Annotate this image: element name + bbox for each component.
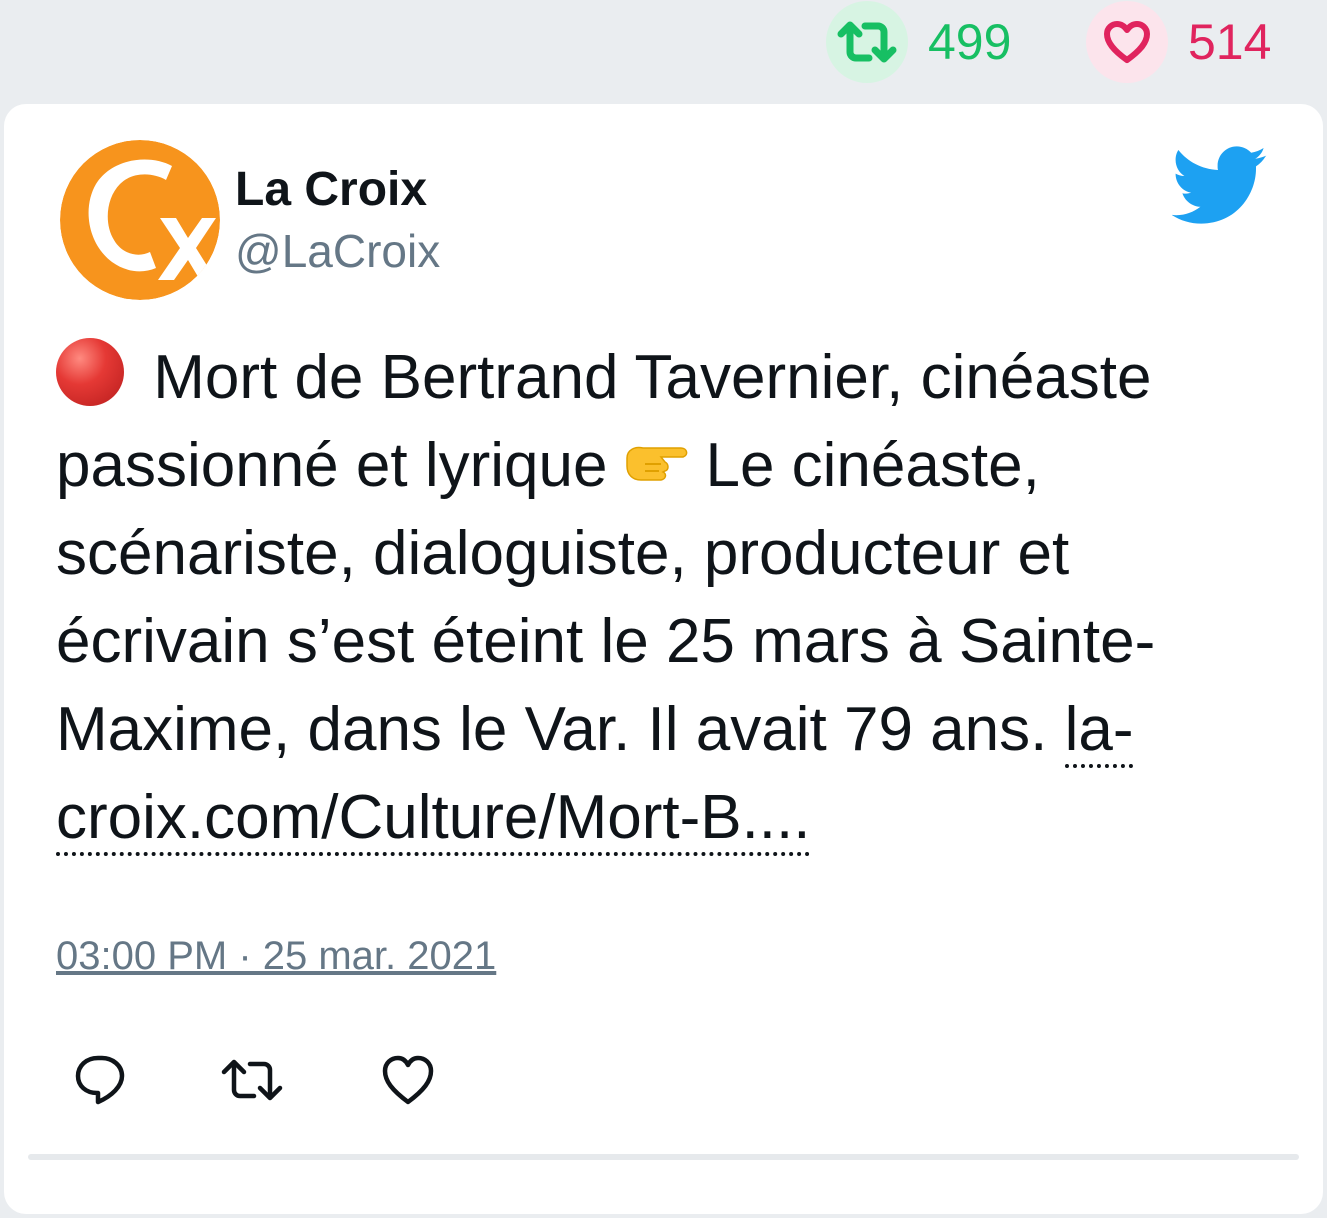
engagement-bar: 499 514 (0, 0, 1327, 100)
like-stat[interactable]: 514 (1086, 0, 1271, 84)
like-count: 514 (1188, 14, 1272, 70)
pointing-hand-icon (626, 446, 688, 481)
retweet-icon[interactable] (220, 1052, 283, 1108)
retweet-icon[interactable] (826, 1, 908, 83)
heart-icon[interactable] (1086, 1, 1168, 83)
retweet-count: 499 (928, 14, 1012, 70)
retweet-stat[interactable]: 499 (826, 0, 1011, 84)
divider (28, 1154, 1299, 1160)
tweet-card: La Croix @LaCroix Mort de Bertrand Taver… (4, 104, 1323, 1214)
red-circle-icon (56, 338, 124, 406)
reply-icon[interactable] (72, 1052, 128, 1108)
author-handle[interactable]: @LaCroix (235, 228, 440, 274)
tweet-text: Mort de Bertrand Tavernier, cinéaste pas… (56, 334, 1276, 862)
heart-icon[interactable] (380, 1052, 436, 1108)
tweet-timestamp[interactable]: 03:00 PM · 25 mar. 2021 (56, 936, 496, 976)
la-croix-logo[interactable] (60, 140, 220, 300)
author-name[interactable]: La Croix (235, 166, 427, 214)
twitter-bird-icon[interactable] (1171, 146, 1268, 226)
